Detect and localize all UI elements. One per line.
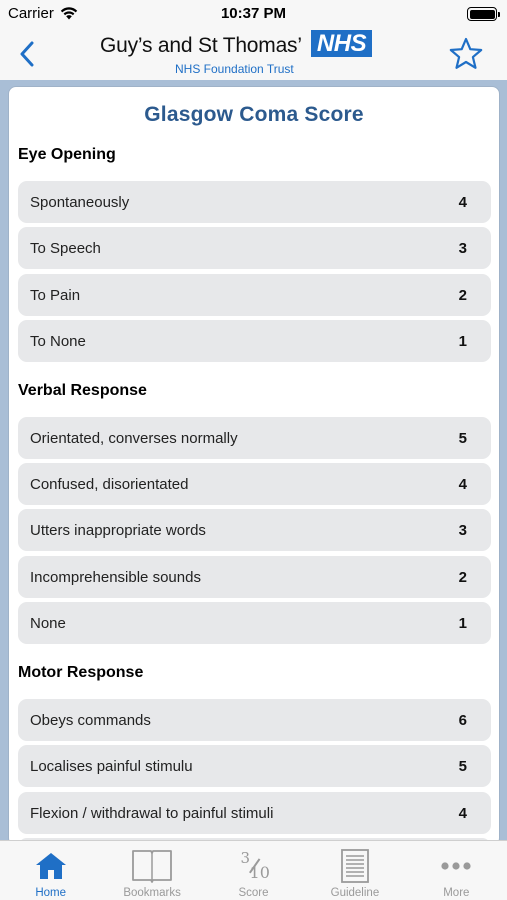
tab-label: Bookmarks [123,887,181,899]
tab-label: More [443,887,470,899]
option-score: 1 [458,332,467,350]
chevron-left-icon [20,41,34,67]
option-label: Spontaneously [30,193,130,211]
option-label: Utters inappropriate words [30,521,206,539]
tab-home[interactable]: Home [0,841,101,900]
score-fraction-icon: 3 10 [232,847,276,885]
tab-score[interactable]: 3 10 Score [203,841,304,900]
star-icon [449,37,483,69]
nhs-badge: NHS [311,30,372,57]
option-score: 3 [458,521,467,539]
tab-bar: Home Bookmarks 3 10 Score Guideline More [0,840,507,900]
option-label: Incomprehensible sounds [30,568,201,586]
option-score: 4 [458,193,467,211]
option-verbal-orientated[interactable]: Orientated, converses normally 5 [18,417,491,459]
option-score: 3 [458,239,467,257]
back-button[interactable] [12,38,42,70]
document-icon [333,847,377,885]
option-label: Confused, disorientated [30,475,189,493]
option-label: Flexion / withdrawal to painful stimuli [30,804,274,822]
option-eye-to-pain[interactable]: To Pain 2 [18,274,491,316]
option-motor-flexion[interactable]: Flexion / withdrawal to painful stimuli … [18,792,491,834]
score-card: Glasgow Coma Score Eye Opening Spontaneo… [8,86,500,846]
tab-label: Guideline [330,887,380,899]
tab-label: Score [238,887,269,899]
trust-logo: Guy’s and St Thomas’ NHS NHS Foundation … [100,30,380,78]
option-eye-to-none[interactable]: To None 1 [18,320,491,362]
book-icon [130,847,174,885]
option-score: 5 [458,757,467,775]
option-label: To Speech [30,239,101,257]
logo-trust-line: NHS Foundation Trust [175,62,294,76]
more-icon [434,847,478,885]
home-icon [29,847,73,885]
option-score: 2 [458,568,467,586]
tab-guideline[interactable]: Guideline [304,841,405,900]
option-eye-spontaneously[interactable]: Spontaneously 4 [18,181,491,223]
option-label: Localises painful stimulu [30,757,193,775]
option-label: To None [30,332,86,350]
status-bar: Carrier 10:37 PM [0,0,507,28]
logo-org-name: Guy’s and St Thomas’ [100,34,302,57]
tab-bookmarks[interactable]: Bookmarks [101,841,202,900]
option-label: Orientated, converses normally [30,429,238,447]
option-verbal-inappropriate-words[interactable]: Utters inappropriate words 3 [18,509,491,551]
option-score: 5 [458,429,467,447]
tab-label: Home [35,887,67,899]
option-label: To Pain [30,286,81,304]
option-eye-to-speech[interactable]: To Speech 3 [18,227,491,269]
option-label: Obeys commands [30,711,151,729]
nav-bar: Guy’s and St Thomas’ NHS NHS Foundation … [0,28,507,80]
option-verbal-incomprehensible[interactable]: Incomprehensible sounds 2 [18,556,491,598]
option-score: 4 [458,804,467,822]
option-motor-localises[interactable]: Localises painful stimulu 5 [18,745,491,787]
option-verbal-none[interactable]: None 1 [18,602,491,644]
page-title: Glasgow Coma Score [144,103,364,126]
battery-icon [467,7,500,21]
option-score: 2 [458,286,467,304]
option-verbal-confused[interactable]: Confused, disorientated 4 [18,463,491,505]
section-heading-verbal-response: Verbal Response [18,382,147,399]
option-score: 1 [458,614,467,632]
status-time: 10:37 PM [220,5,287,22]
score-fraction-denominator: 10 [249,863,270,882]
option-score: 4 [458,475,467,493]
option-motor-obeys[interactable]: Obeys commands 6 [18,699,491,741]
tab-more[interactable]: More [406,841,507,900]
option-label: None [30,614,66,632]
option-score: 6 [458,711,467,729]
section-heading-motor-response: Motor Response [18,664,144,681]
section-heading-eye-opening: Eye Opening [18,146,116,163]
bookmark-star-button[interactable] [447,36,485,72]
